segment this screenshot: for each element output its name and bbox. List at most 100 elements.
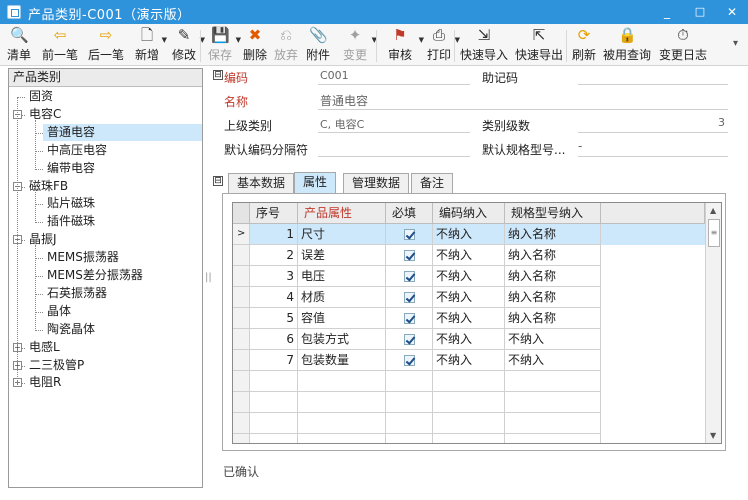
empty-cell[interactable]	[250, 371, 298, 392]
empty-cell[interactable]	[386, 413, 433, 434]
required-checkbox[interactable]	[404, 355, 415, 366]
tree-node[interactable]: 晶体	[47, 303, 71, 320]
collapse-section-icon[interactable]: ⊟	[213, 70, 223, 80]
empty-cell[interactable]	[601, 434, 705, 443]
spec-include-cell[interactable]: 纳入名称	[505, 266, 601, 287]
change-button[interactable]: ✦ 变更 ▼	[337, 26, 377, 64]
code-include-header[interactable]: 编码纳入	[433, 203, 505, 224]
empty-cell[interactable]	[433, 434, 505, 443]
audit-button[interactable]: ⚑ 审核 ▼	[380, 26, 424, 64]
product-attribute-header[interactable]: 产品属性	[298, 203, 386, 224]
code-include-cell[interactable]: 不纳入	[433, 287, 505, 308]
product-attribute-cell[interactable]: 包装方式	[298, 329, 386, 350]
empty-cell[interactable]	[433, 413, 505, 434]
required-cell[interactable]	[386, 350, 433, 371]
seq-cell[interactable]: 7	[250, 350, 298, 371]
product-attribute-cell[interactable]: 误差	[298, 245, 386, 266]
empty-cell[interactable]	[298, 392, 386, 413]
empty-cell[interactable]	[601, 371, 705, 392]
print-button[interactable]: ⎙ 打印 ▼	[422, 26, 460, 64]
collapse-tabs-icon[interactable]: ⊟	[213, 176, 223, 186]
empty-cell[interactable]	[298, 371, 386, 392]
required-cell[interactable]	[386, 329, 433, 350]
code-include-cell[interactable]: 不纳入	[433, 308, 505, 329]
discard-button[interactable]: ⎌ 放弃	[271, 26, 301, 64]
scroll-up-icon[interactable]: ▲	[710, 206, 716, 215]
delete-button[interactable]: ✖ 删除	[240, 26, 270, 64]
empty-cell[interactable]	[505, 413, 601, 434]
code-include-cell[interactable]: 不纳入	[433, 350, 505, 371]
required-header[interactable]: 必填	[386, 203, 433, 224]
spec-include-cell[interactable]: 不纳入	[505, 350, 601, 371]
toolbar-overflow-icon[interactable]: ▾	[733, 38, 738, 49]
required-checkbox[interactable]	[404, 229, 415, 240]
required-cell[interactable]	[386, 308, 433, 329]
required-checkbox[interactable]	[404, 250, 415, 261]
list-search-button[interactable]: 🔍 清单	[2, 26, 36, 64]
spec-include-cell[interactable]: 纳入名称	[505, 245, 601, 266]
quick-import-button[interactable]: ⇲ 快速导入	[458, 26, 510, 64]
scroll-thumb[interactable]: ≡	[708, 219, 720, 247]
tree-node[interactable]: 插件磁珠	[47, 213, 95, 230]
seq-cell[interactable]: 3	[250, 266, 298, 287]
tree-node[interactable]: MEMS振荡器	[47, 249, 119, 266]
seq-cell[interactable]: 6	[250, 329, 298, 350]
empty-cell[interactable]	[601, 392, 705, 413]
code-include-cell[interactable]: 不纳入	[433, 329, 505, 350]
seq-cell[interactable]: 5	[250, 308, 298, 329]
required-cell[interactable]	[386, 287, 433, 308]
spec-include-cell[interactable]: 纳入名称	[505, 287, 601, 308]
tab-basic-data[interactable]: 基本数据	[228, 173, 295, 193]
usage-query-button[interactable]: 🔒 被用查询	[600, 26, 654, 64]
minimize-button[interactable]: _	[657, 3, 677, 21]
required-checkbox[interactable]	[404, 334, 415, 345]
code-include-cell[interactable]: 不纳入	[433, 266, 505, 287]
empty-cell[interactable]	[250, 434, 298, 443]
tree-node[interactable]: 二三极管P	[29, 357, 84, 374]
required-checkbox[interactable]	[404, 292, 415, 303]
empty-cell[interactable]	[433, 392, 505, 413]
empty-cell[interactable]	[298, 413, 386, 434]
empty-cell[interactable]	[250, 392, 298, 413]
empty-cell[interactable]	[505, 392, 601, 413]
grid-vertical-scrollbar[interactable]: ▲ ≡ ▼	[705, 203, 721, 443]
quick-export-button[interactable]: ⇱ 快速导出	[512, 26, 566, 64]
code-field[interactable]: C001	[320, 69, 349, 82]
empty-cell[interactable]	[386, 392, 433, 413]
tree-node[interactable]: 电感L	[29, 339, 60, 356]
product-attribute-cell[interactable]: 材质	[298, 287, 386, 308]
tree-node[interactable]: 中高压电容	[47, 142, 107, 159]
tree-node[interactable]: 电阻R	[29, 374, 61, 391]
empty-cell[interactable]	[250, 413, 298, 434]
parent-category-field[interactable]: C, 电容C	[320, 116, 364, 132]
tree-node[interactable]: 编带电容	[47, 160, 95, 177]
tab-management-data[interactable]: 管理数据	[343, 173, 410, 193]
spec-include-cell[interactable]: 不纳入	[505, 329, 601, 350]
empty-cell[interactable]	[298, 434, 386, 443]
tree-node[interactable]: MEMS差分振荡器	[47, 267, 143, 284]
tree-node[interactable]: 石英振荡器	[47, 285, 107, 302]
required-checkbox[interactable]	[404, 271, 415, 282]
tab-attributes[interactable]: 属性	[294, 172, 337, 193]
seq-header[interactable]: 序号	[250, 203, 298, 224]
close-button[interactable]: ✕	[722, 3, 742, 21]
arrow-left-button[interactable]: ⇦ 前一笔	[38, 26, 82, 64]
name-field[interactable]: 普通电容	[320, 92, 368, 109]
spec-include-cell[interactable]: 纳入名称	[505, 308, 601, 329]
scroll-down-icon[interactable]: ▼	[710, 431, 716, 440]
spec-include-cell[interactable]: 纳入名称	[505, 224, 601, 245]
empty-cell[interactable]	[386, 434, 433, 443]
seq-cell[interactable]: 2	[250, 245, 298, 266]
product-attribute-cell[interactable]: 包装数量	[298, 350, 386, 371]
default-spec-field[interactable]: -	[578, 139, 582, 153]
product-attribute-cell[interactable]: 尺寸	[298, 224, 386, 245]
seq-cell[interactable]: 4	[250, 287, 298, 308]
empty-cell[interactable]	[386, 371, 433, 392]
required-cell[interactable]	[386, 245, 433, 266]
required-cell[interactable]	[386, 224, 433, 245]
arrow-right-button[interactable]: ⇨ 后一笔	[83, 26, 129, 64]
maximize-button[interactable]: □	[690, 3, 710, 21]
tree-node[interactable]: 陶瓷晶体	[47, 321, 95, 338]
tab-remarks[interactable]: 备注	[411, 173, 454, 193]
new-doc-button[interactable]: 🗋 新增 ▼	[131, 26, 167, 64]
